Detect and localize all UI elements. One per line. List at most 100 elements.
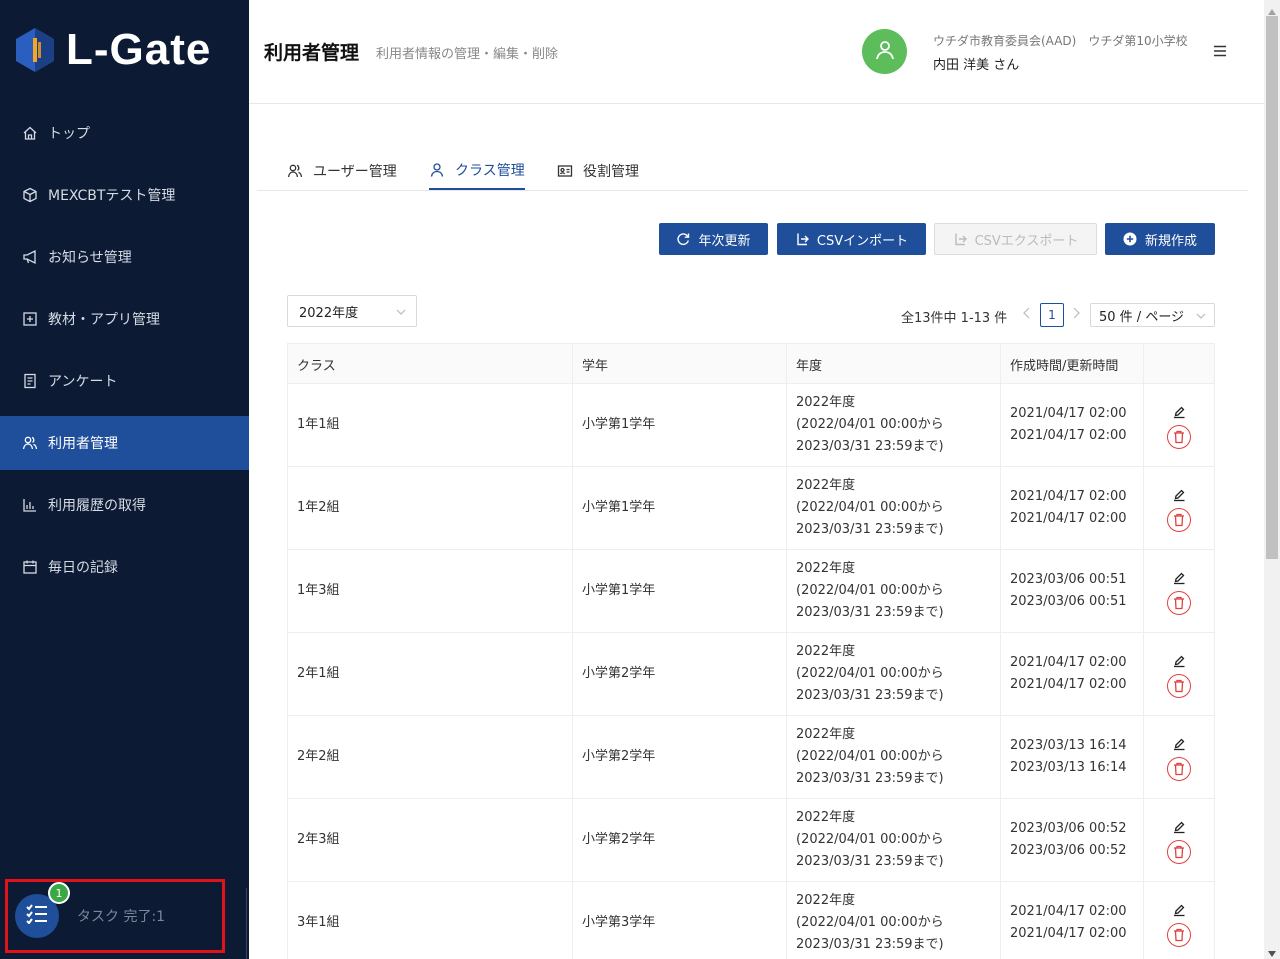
- cell-class: 1年2組: [287, 467, 573, 549]
- cell-actions: [1144, 550, 1215, 632]
- class-name: 2年1組: [297, 666, 340, 681]
- edit-icon[interactable]: [1167, 650, 1191, 672]
- page-title: 利用者管理: [264, 42, 360, 64]
- delete-icon[interactable]: [1167, 840, 1191, 864]
- logo-text: L-Gate: [66, 25, 212, 74]
- hamburger-menu-icon[interactable]: [1213, 44, 1227, 58]
- avatar[interactable]: [862, 29, 907, 74]
- scroll-down-arrow-icon[interactable]: [1268, 945, 1276, 959]
- edit-icon[interactable]: [1167, 816, 1191, 838]
- cell-timestamps: 2021/04/17 02:00 2021/04/17 02:00: [1001, 467, 1144, 549]
- year-range-end: 2023/03/31 23:59まで): [796, 688, 944, 703]
- chevron-down-icon: [396, 306, 406, 321]
- sidebar: L-Gate トップ MEXCBTテスト管理 お知らせ管理 教材・アプリ管理 ア…: [0, 0, 249, 959]
- delete-icon[interactable]: [1167, 591, 1191, 615]
- annual-update-button[interactable]: 年次更新: [659, 223, 768, 255]
- delete-icon[interactable]: [1167, 425, 1191, 449]
- tab-label: クラス管理: [455, 163, 525, 179]
- page-size-select[interactable]: 50 件 / ページ: [1090, 303, 1215, 327]
- class-name: 1年3組: [297, 583, 340, 598]
- cell-year: 2022年度 (2022/04/01 00:00から 2023/03/31 23:5…: [787, 882, 1001, 959]
- sidebar-item-daily-record[interactable]: 毎日の記録: [0, 536, 249, 598]
- cell-actions: [1144, 384, 1215, 466]
- sidebar-item-top[interactable]: トップ: [0, 102, 249, 164]
- updated-time: 2021/04/17 02:00: [1010, 677, 1127, 692]
- class-table: クラス 学年 年度 作成時間/更新時間 1年1組 小学第1学年 2022年度 (202…: [287, 343, 1215, 959]
- cell-year: 2022年度 (2022/04/01 00:00から 2023/03/31 23:5…: [787, 633, 1001, 715]
- edit-icon[interactable]: [1167, 899, 1191, 921]
- task-badge: 1: [48, 882, 70, 904]
- task-panel[interactable]: 1 タスク 完了:1: [5, 879, 225, 953]
- cell-class: 3年1組: [287, 882, 573, 959]
- grade-name: 小学第2学年: [582, 832, 656, 847]
- sidebar-item-mexcbt[interactable]: MEXCBTテスト管理: [0, 164, 249, 226]
- sidebar-item-notice[interactable]: お知らせ管理: [0, 226, 249, 288]
- task-button[interactable]: 1: [15, 882, 70, 938]
- column-header-timestamps: 作成時間/更新時間: [1001, 344, 1144, 384]
- delete-icon[interactable]: [1167, 674, 1191, 698]
- plus-circle-icon: [1123, 232, 1137, 246]
- grade-name: 小学第3学年: [582, 915, 656, 930]
- cell-year: 2022年度 (2022/04/01 00:00から 2023/03/31 23:5…: [787, 467, 1001, 549]
- page-subtitle: 利用者情報の管理・編集・削除: [376, 47, 559, 62]
- delete-icon[interactable]: [1167, 757, 1191, 781]
- cell-grade: 小学第2学年: [573, 716, 787, 798]
- delete-icon[interactable]: [1167, 508, 1191, 532]
- class-name: 2年3組: [297, 832, 340, 847]
- column-header-year: 年度: [787, 344, 1001, 384]
- tab-user-management[interactable]: ユーザー管理: [287, 152, 397, 190]
- tab-role-management[interactable]: 役割管理: [557, 152, 639, 190]
- megaphone-icon: [22, 249, 38, 265]
- year-range-end: 2023/03/31 23:59まで): [796, 522, 944, 537]
- sidebar-item-label: 利用者管理: [48, 436, 118, 452]
- cell-class: 2年2組: [287, 716, 573, 798]
- sidebar-item-usage-history[interactable]: 利用履歴の取得: [0, 474, 249, 536]
- edit-icon[interactable]: [1167, 401, 1191, 423]
- scrollbar[interactable]: [1264, 0, 1280, 959]
- chevron-right-icon[interactable]: [1071, 307, 1081, 323]
- user-name: 内田 洋美 さん: [933, 58, 1020, 73]
- page-number[interactable]: 1: [1040, 303, 1064, 327]
- year-range-start: (2022/04/01 00:00から: [796, 832, 944, 847]
- sidebar-nav: トップ MEXCBTテスト管理 お知らせ管理 教材・アプリ管理 アンケート 利用…: [0, 102, 249, 598]
- chevron-left-icon[interactable]: [1022, 307, 1032, 323]
- tab-class-management[interactable]: クラス管理: [429, 152, 525, 190]
- sidebar-item-label: トップ: [48, 126, 90, 142]
- sidebar-divider: [246, 888, 247, 959]
- delete-icon[interactable]: [1167, 923, 1191, 947]
- cell-year: 2022年度 (2022/04/01 00:00から 2023/03/31 23:5…: [787, 384, 1001, 466]
- year-range-end: 2023/03/31 23:59まで): [796, 771, 944, 786]
- import-icon: [795, 232, 809, 246]
- table-body: 1年1組 小学第1学年 2022年度 (2022/04/01 00:00から 2023/…: [287, 384, 1215, 959]
- cell-timestamps: 2021/04/17 02:00 2021/04/17 02:00: [1001, 384, 1144, 466]
- cell-grade: 小学第1学年: [573, 550, 787, 632]
- cell-class: 2年3組: [287, 799, 573, 881]
- year-select[interactable]: 2022年度: [287, 295, 417, 327]
- sidebar-item-survey[interactable]: アンケート: [0, 350, 249, 412]
- tab-label: 役割管理: [583, 164, 639, 180]
- class-name: 2年2組: [297, 749, 340, 764]
- updated-time: 2021/04/17 02:00: [1010, 428, 1127, 443]
- cell-class: 1年1組: [287, 384, 573, 466]
- edit-icon[interactable]: [1167, 484, 1191, 506]
- edit-icon[interactable]: [1167, 567, 1191, 589]
- csv-export-button[interactable]: CSVエクスポート: [934, 223, 1097, 255]
- column-header-grade: 学年: [573, 344, 787, 384]
- updated-time: 2023/03/06 00:51: [1010, 594, 1127, 609]
- sidebar-item-user-management[interactable]: 利用者管理: [0, 416, 249, 470]
- id-card-icon: [557, 163, 573, 179]
- cell-grade: 小学第2学年: [573, 633, 787, 715]
- scrollbar-thumb[interactable]: [1266, 16, 1278, 559]
- cube-icon: [22, 187, 38, 203]
- sidebar-item-materials[interactable]: 教材・アプリ管理: [0, 288, 249, 350]
- cell-grade: 小学第1学年: [573, 384, 787, 466]
- table-header: クラス 学年 年度 作成時間/更新時間: [287, 344, 1215, 384]
- year-range-start: (2022/04/01 00:00から: [796, 666, 944, 681]
- year-label: 2022年度: [796, 395, 856, 410]
- csv-import-button[interactable]: CSVインポート: [777, 223, 926, 255]
- year-label: 2022年度: [796, 478, 856, 493]
- grade-name: 小学第1学年: [582, 583, 656, 598]
- new-create-button[interactable]: 新規作成: [1105, 223, 1215, 255]
- table-row: 1年3組 小学第1学年 2022年度 (2022/04/01 00:00から 2023/…: [287, 550, 1215, 633]
- edit-icon[interactable]: [1167, 733, 1191, 755]
